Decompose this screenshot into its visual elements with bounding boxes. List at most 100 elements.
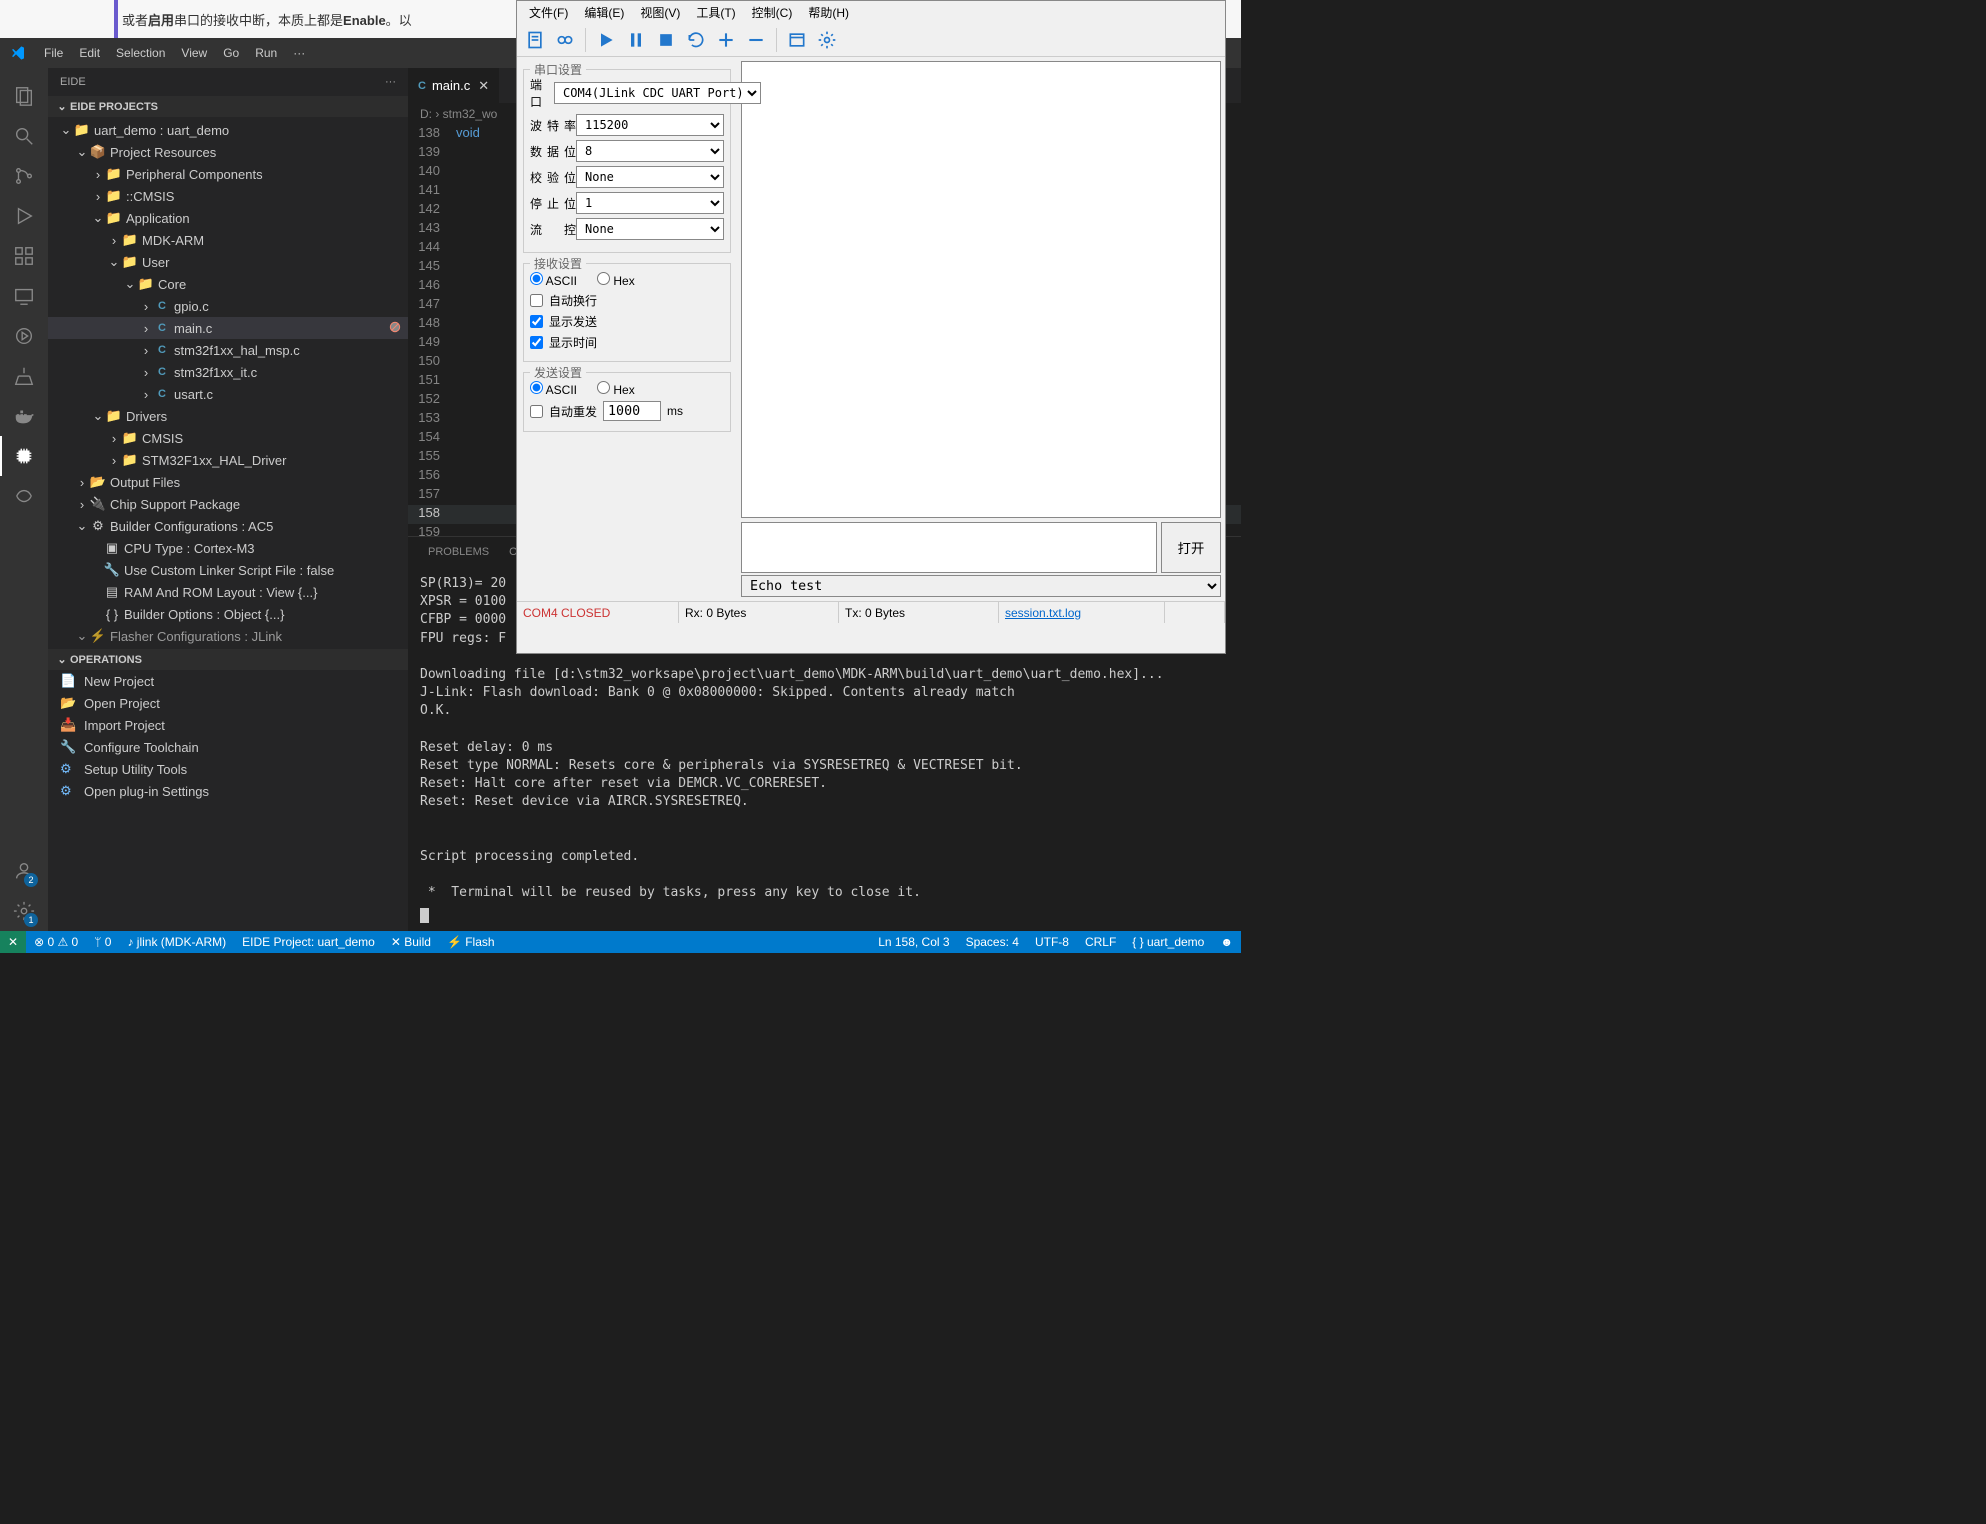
tree-cpu[interactable]: ▣CPU Type : Cortex-M3 bbox=[48, 537, 408, 559]
op-import-project[interactable]: 📥Import Project bbox=[48, 714, 408, 736]
menu-more[interactable]: ··· bbox=[285, 42, 313, 64]
select-data[interactable]: 8 bbox=[576, 140, 724, 162]
serial-menu-help[interactable]: 帮助(H) bbox=[800, 2, 857, 23]
serial-input-area[interactable] bbox=[741, 522, 1157, 573]
tree-file-halmsp[interactable]: ›Cstm32f1xx_hal_msp.c bbox=[48, 339, 408, 361]
op-configure-toolchain[interactable]: 🔧Configure Toolchain bbox=[48, 736, 408, 758]
send-history-combo[interactable]: Echo test bbox=[741, 575, 1221, 597]
status-log-link[interactable]: session.txt.log bbox=[999, 602, 1165, 623]
tree-resources[interactable]: ⌄📦Project Resources bbox=[48, 141, 408, 163]
tb-window-icon[interactable] bbox=[783, 26, 811, 54]
op-plugin-settings[interactable]: ⚙Open plug-in Settings bbox=[48, 780, 408, 802]
serial-menu-edit[interactable]: 编辑(E) bbox=[576, 2, 632, 23]
tb-refresh-icon[interactable] bbox=[682, 26, 710, 54]
activity-misc2[interactable] bbox=[0, 356, 48, 396]
menu-go[interactable]: Go bbox=[215, 42, 247, 64]
tb-add-icon[interactable] bbox=[712, 26, 740, 54]
tree-builder[interactable]: ⌄⚙Builder Configurations : AC5 bbox=[48, 515, 408, 537]
menu-edit[interactable]: Edit bbox=[71, 42, 108, 64]
serial-output-area[interactable] bbox=[741, 61, 1221, 518]
op-new-project[interactable]: 📄New Project bbox=[48, 670, 408, 692]
status-jlink[interactable]: ♪ jlink (MDK-ARM) bbox=[119, 931, 234, 953]
activity-extensions[interactable] bbox=[0, 236, 48, 276]
tree-chip[interactable]: ›🔌Chip Support Package bbox=[48, 493, 408, 515]
select-flow[interactable]: None bbox=[576, 218, 724, 240]
activity-remote[interactable] bbox=[0, 276, 48, 316]
tree-file-it[interactable]: ›Cstm32f1xx_it.c bbox=[48, 361, 408, 383]
tab-main-c[interactable]: C main.c ✕ bbox=[408, 68, 500, 103]
tree-project[interactable]: ⌄📁uart_demo : uart_demo bbox=[48, 119, 408, 141]
tab-close-icon[interactable]: ✕ bbox=[478, 78, 489, 94]
menu-selection[interactable]: Selection bbox=[108, 42, 173, 64]
activity-settings[interactable]: 1 bbox=[0, 891, 48, 931]
tree-user[interactable]: ⌄📁User bbox=[48, 251, 408, 273]
status-line-col[interactable]: Ln 158, Col 3 bbox=[870, 931, 957, 953]
tree-bopts[interactable]: { }Builder Options : Object {...} bbox=[48, 603, 408, 625]
check-wrap[interactable] bbox=[530, 294, 543, 307]
status-project[interactable]: EIDE Project: uart_demo bbox=[234, 931, 383, 953]
select-stop[interactable]: 1 bbox=[576, 192, 724, 214]
radio-rx-ascii[interactable]: ASCII bbox=[530, 272, 577, 288]
status-eol[interactable]: CRLF bbox=[1077, 931, 1124, 953]
activity-docker[interactable] bbox=[0, 396, 48, 436]
status-remote[interactable]: ✕ bbox=[0, 931, 26, 953]
tree-ram[interactable]: ▤RAM And ROM Layout : View {...} bbox=[48, 581, 408, 603]
tree-drivers[interactable]: ⌄📁Drivers bbox=[48, 405, 408, 427]
tree-flasher[interactable]: ⌄⚡Flasher Configurations : JLink bbox=[48, 625, 408, 647]
serial-menu-tools[interactable]: 工具(T) bbox=[688, 2, 743, 23]
op-setup-utility[interactable]: ⚙Setup Utility Tools bbox=[48, 758, 408, 780]
radio-tx-hex[interactable]: Hex bbox=[597, 381, 635, 397]
tb-remove-icon[interactable] bbox=[742, 26, 770, 54]
tb-record-icon[interactable] bbox=[551, 26, 579, 54]
select-port[interactable]: COM4(JLink CDC UART Port) bbox=[554, 82, 761, 104]
activity-misc3[interactable] bbox=[0, 476, 48, 516]
tree-cmsis[interactable]: ›📁::CMSIS bbox=[48, 185, 408, 207]
check-auto-send[interactable] bbox=[530, 405, 543, 418]
tree-file-main[interactable]: ›Cmain.c bbox=[48, 317, 408, 339]
serial-menu-file[interactable]: 文件(F) bbox=[521, 2, 576, 23]
activity-eide[interactable] bbox=[0, 436, 48, 476]
activity-account[interactable]: 2 bbox=[0, 851, 48, 891]
activity-misc1[interactable] bbox=[0, 316, 48, 356]
select-baud[interactable]: 115200 bbox=[576, 114, 724, 136]
tree-mdkarm[interactable]: ›📁MDK-ARM bbox=[48, 229, 408, 251]
status-ports[interactable]: ᛘ 0 bbox=[86, 931, 119, 953]
tree-drv-cmsis[interactable]: ›📁CMSIS bbox=[48, 427, 408, 449]
activity-debug[interactable] bbox=[0, 196, 48, 236]
radio-tx-ascii[interactable]: ASCII bbox=[530, 381, 577, 397]
status-lang[interactable]: { } uart_demo bbox=[1124, 931, 1212, 953]
tree-output[interactable]: ›📂Output Files bbox=[48, 471, 408, 493]
activity-scm[interactable] bbox=[0, 156, 48, 196]
op-open-project[interactable]: 📂Open Project bbox=[48, 692, 408, 714]
menu-view[interactable]: View bbox=[173, 42, 215, 64]
tree-file-usart[interactable]: ›Cusart.c bbox=[48, 383, 408, 405]
serial-menu-control[interactable]: 控制(C) bbox=[744, 2, 801, 23]
tb-settings-icon[interactable] bbox=[813, 26, 841, 54]
section-operations[interactable]: ⌄OPERATIONS bbox=[48, 649, 408, 670]
activity-search[interactable] bbox=[0, 116, 48, 156]
tree-file-gpio[interactable]: ›Cgpio.c bbox=[48, 295, 408, 317]
status-feedback-icon[interactable]: ☻ bbox=[1212, 931, 1241, 953]
section-projects[interactable]: ⌄EIDE PROJECTS bbox=[48, 96, 408, 117]
panel-tab-problems[interactable]: PROBLEMS bbox=[418, 542, 499, 562]
tree-drv-hal[interactable]: ›📁STM32F1xx_HAL_Driver bbox=[48, 449, 408, 471]
select-parity[interactable]: None bbox=[576, 166, 724, 188]
menu-run[interactable]: Run bbox=[247, 42, 285, 64]
status-encoding[interactable]: UTF-8 bbox=[1027, 931, 1077, 953]
serial-menu-view[interactable]: 视图(V) bbox=[632, 2, 688, 23]
tree-linker[interactable]: 🔧Use Custom Linker Script File : false bbox=[48, 559, 408, 581]
check-show-time[interactable] bbox=[530, 336, 543, 349]
tree-application[interactable]: ⌄📁Application bbox=[48, 207, 408, 229]
tb-stop-icon[interactable] bbox=[652, 26, 680, 54]
tree-core[interactable]: ⌄📁Core bbox=[48, 273, 408, 295]
tree-peripheral[interactable]: ›📁Peripheral Components bbox=[48, 163, 408, 185]
tb-new-icon[interactable] bbox=[521, 26, 549, 54]
activity-explorer[interactable] bbox=[0, 76, 48, 116]
open-button[interactable]: 打开 bbox=[1161, 522, 1221, 573]
radio-rx-hex[interactable]: Hex bbox=[597, 272, 635, 288]
status-errors[interactable]: ⊗ 0 ⚠ 0 bbox=[26, 931, 86, 953]
input-auto-send-interval[interactable] bbox=[603, 401, 661, 421]
tb-play-icon[interactable] bbox=[592, 26, 620, 54]
status-flash[interactable]: ⚡ Flash bbox=[439, 931, 503, 953]
status-spaces[interactable]: Spaces: 4 bbox=[958, 931, 1027, 953]
